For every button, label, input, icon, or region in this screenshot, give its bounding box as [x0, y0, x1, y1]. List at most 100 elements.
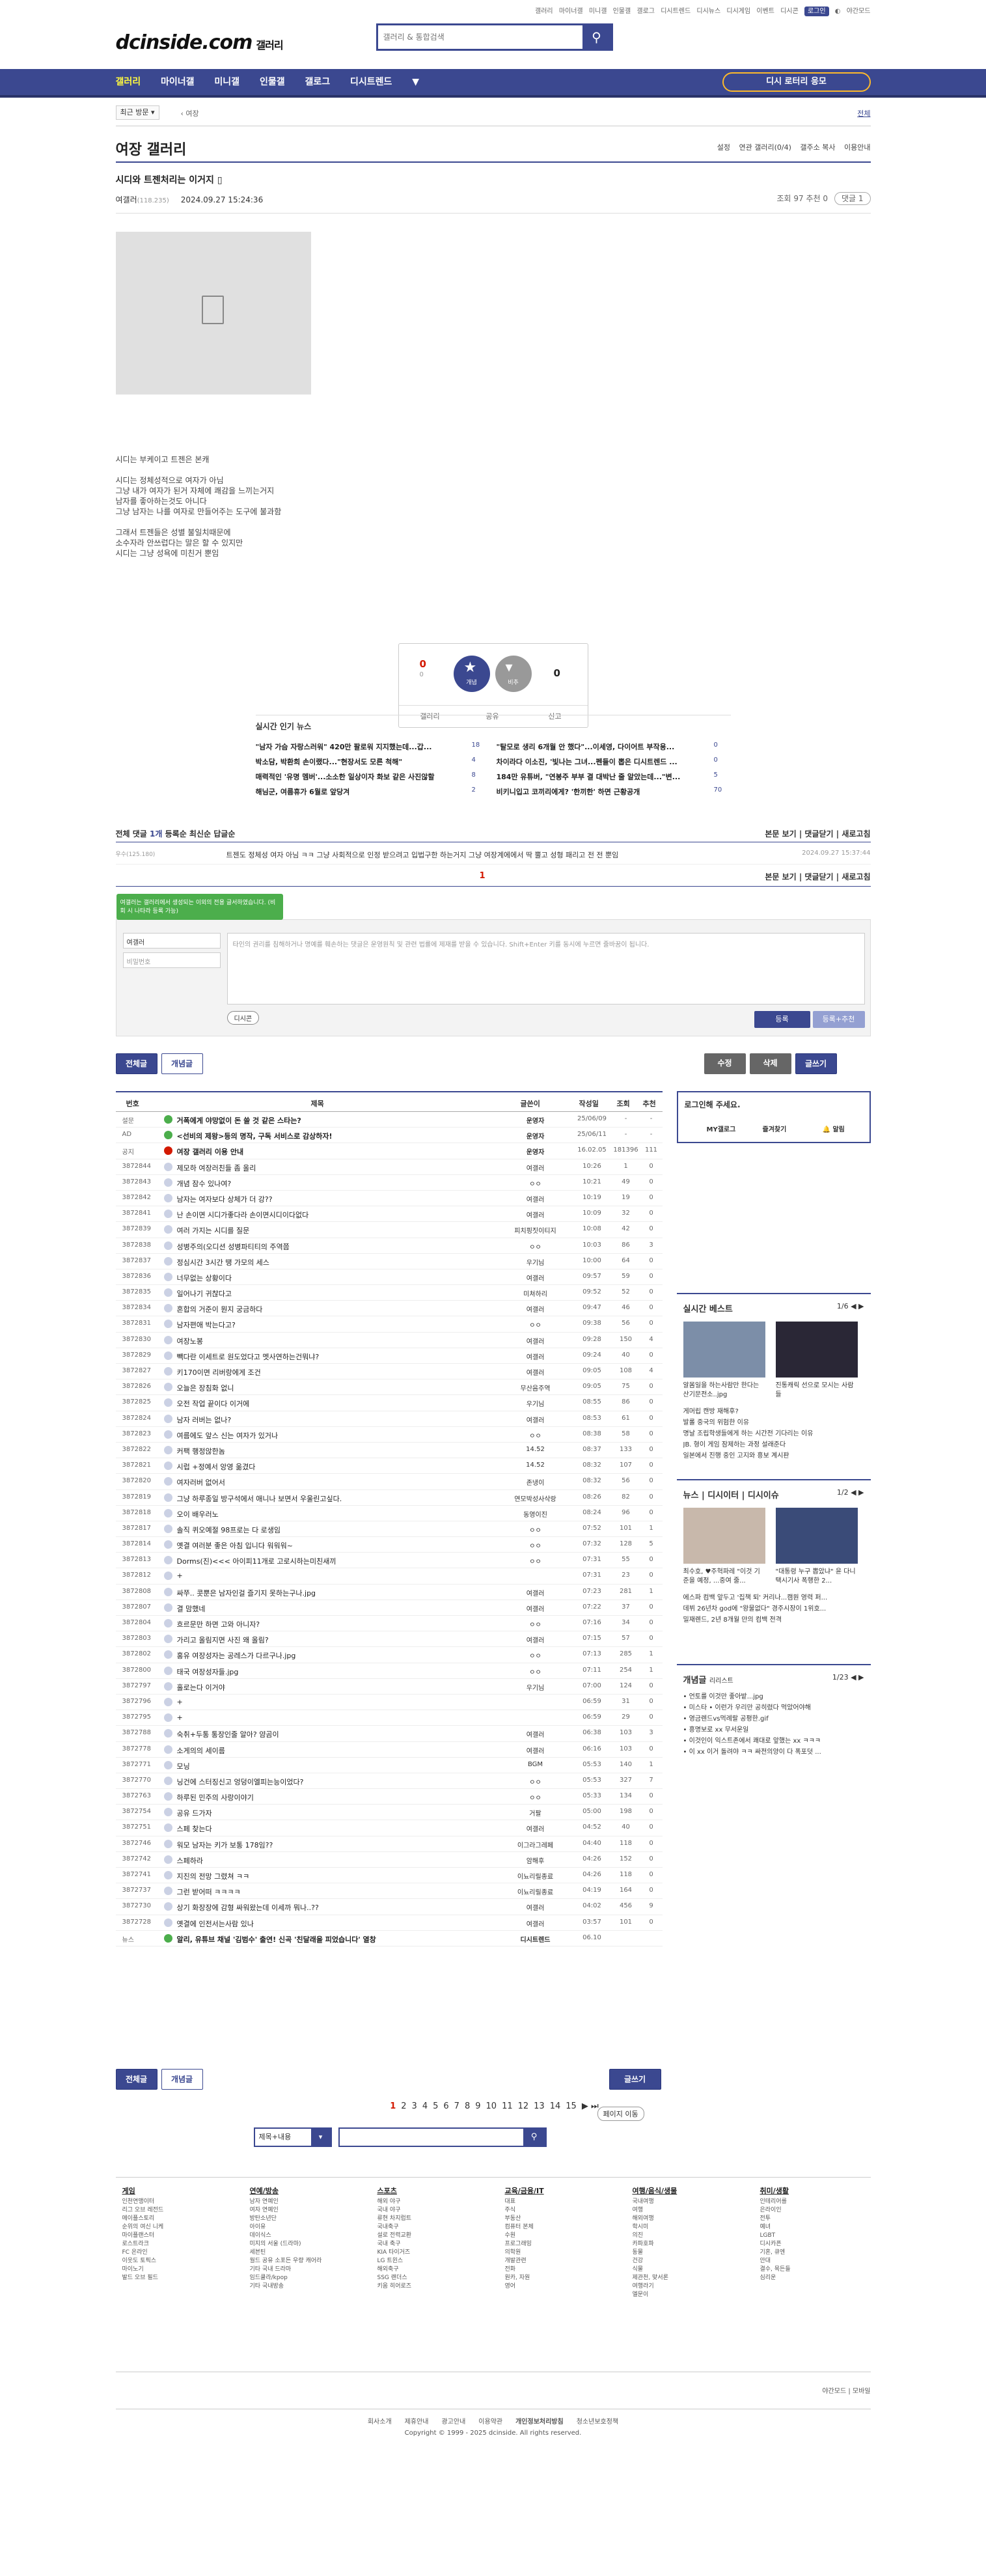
- gnb-trend[interactable]: 디시트렌드: [350, 77, 392, 87]
- concept-posts-button[interactable]: 개념글: [161, 1053, 203, 1074]
- login-button[interactable]: 로그인: [804, 7, 829, 16]
- row-writer[interactable]: 여갤러: [500, 1210, 571, 1219]
- comment-badge[interactable]: 댓글 1: [834, 192, 871, 205]
- row-writer[interactable]: 여갤러: [500, 1367, 571, 1377]
- hot-news-left-3[interactable]: 해님군, 여름휴가 6월로 앞당겨: [256, 786, 471, 797]
- footer-col-link[interactable]: FC 온라인: [122, 2249, 240, 2257]
- page-link[interactable]: 10: [486, 2101, 497, 2111]
- table-row[interactable]: 3872751 스페 찾는다 여갤러 04:52 40 0: [115, 1820, 663, 1836]
- page-link[interactable]: 4: [422, 2101, 428, 2111]
- newslines-item[interactable]: 에스파 컴백 앞두고 '집책 퇴' 커리나...캠원 영력 퍼...: [683, 1592, 866, 1603]
- footer-col-link[interactable]: 영어: [505, 2282, 622, 2291]
- footer-col-link[interactable]: 기혼, 큐엔: [760, 2249, 877, 2257]
- table-row[interactable]: 공지 여장 갤러리 이용 안내 운영자 16.02.05 181396 111: [115, 1143, 663, 1159]
- table-row[interactable]: 3872823 여름에도 앞스 신는 여자가 있거나 ㅇㅇ 08:38 58 0: [115, 1427, 663, 1443]
- row-title[interactable]: 남자 러버는 없나?: [177, 1415, 489, 1425]
- footer-col-link[interactable]: 해외축구: [377, 2265, 495, 2274]
- page-link[interactable]: 9: [475, 2101, 480, 2111]
- row-writer[interactable]: 여갤러: [500, 1745, 571, 1755]
- row-title[interactable]: 남자는 여자보다 상체가 더 강??: [177, 1194, 489, 1204]
- footer-col-link[interactable]: 국내여행: [633, 2198, 750, 2206]
- table-row[interactable]: 3872804 흐르문만 하면 고와 아니자? ㅇㅇ 07:16 34 0: [115, 1616, 663, 1632]
- footer-col-link[interactable]: 주식: [505, 2206, 622, 2215]
- footer-col-link[interactable]: 개발관련: [505, 2257, 622, 2265]
- row-writer[interactable]: 동영이진: [500, 1509, 571, 1519]
- gnb-person[interactable]: 인물갤: [260, 77, 285, 87]
- topbar-dccon-link[interactable]: 디시콘: [780, 8, 799, 15]
- row-writer[interactable]: ㅇㅇ: [500, 1619, 571, 1629]
- row-title[interactable]: 오이 배우러노: [177, 1509, 489, 1519]
- row-writer[interactable]: ㅇㅇ: [500, 1430, 571, 1440]
- sort-reply[interactable]: 답글순: [213, 829, 235, 838]
- row-title[interactable]: 알리, 유튜브 채널 '김범수' 출연! 신곡 '친달래을 피었습니다' 열창: [177, 1934, 489, 1945]
- row-title[interactable]: 태국 여장성자들.jpg: [177, 1667, 489, 1677]
- footer-col-title[interactable]: 여행/음식/생물: [633, 2187, 750, 2195]
- page-link[interactable]: 13: [534, 2101, 545, 2111]
- row-writer[interactable]: 연모박성사삭랑: [500, 1493, 571, 1503]
- news-thumb-2[interactable]: [775, 1508, 858, 1564]
- table-row[interactable]: 3872808 싸쭈.. 콧뿐은 남자인걸 즐기지 못하는구나.jpg 여갤러 07:…: [115, 1585, 663, 1600]
- footer-col-link[interactable]: 의진: [633, 2232, 750, 2240]
- row-title[interactable]: 스페하라: [177, 1855, 489, 1866]
- row-title[interactable]: 여름에도 앞스 신는 여자가 있거나: [177, 1430, 489, 1441]
- news-pagination[interactable]: 1/2 ◀ ▶: [837, 1488, 864, 1497]
- row-writer[interactable]: ㅇㅇ: [500, 1241, 571, 1251]
- footer-col-link[interactable]: 해외여행: [633, 2215, 750, 2223]
- footer-link[interactable]: 회사소개: [368, 2418, 392, 2426]
- issue-tab[interactable]: 디시이슈: [748, 1491, 779, 1501]
- table-row[interactable]: 3872837 정심시간 3시간 땡 가모의 세스 우기님 10:00 64 0: [115, 1254, 663, 1269]
- row-title[interactable]: 홍유 여장성자는 공레스가 다르구나.jpg: [177, 1650, 489, 1661]
- row-writer[interactable]: 암해후: [500, 1855, 571, 1865]
- row-writer[interactable]: 여갤러: [500, 1918, 571, 1928]
- page-link[interactable]: 2: [401, 2101, 406, 2111]
- concept-tab[interactable]: 개념글: [683, 1676, 707, 1685]
- footer-col-link[interactable]: 의학원: [505, 2249, 622, 2257]
- page-link[interactable]: 6: [443, 2101, 448, 2111]
- table-row[interactable]: 3872796 +06:59 31 0: [115, 1695, 663, 1711]
- page-link[interactable]: 8: [465, 2101, 470, 2111]
- footer-link[interactable]: 개인정보처리방침: [515, 2418, 564, 2426]
- row-writer[interactable]: 여갤러: [500, 1603, 571, 1613]
- table-row[interactable]: 뉴스 알리, 유튜브 채널 '김범수' 출연! 신곡 '친달래을 피었습니다' 열…: [115, 1931, 663, 1946]
- bestlines-item[interactable]: 명날 조립학생들에게 하는 시간전 기다리는 이유: [683, 1428, 866, 1439]
- newslines-item[interactable]: 데뷔 26년차 god에 "왕물없다" 경주시장이 1위호...: [683, 1603, 866, 1614]
- best-thumb-2[interactable]: [775, 1322, 858, 1378]
- row-writer[interactable]: ㅇㅇ: [500, 1556, 571, 1566]
- topbar-gallery-link[interactable]: 갤러리: [535, 8, 553, 15]
- table-row[interactable]: 3872728 옛결에 인전서는사람 있나 여갤러 03:57 101 0: [115, 1915, 663, 1931]
- row-writer[interactable]: ㅇㅇ: [500, 1525, 571, 1534]
- row-title[interactable]: 여장 갤러리 이용 안내: [177, 1146, 489, 1157]
- footer-col-link[interactable]: 엘문이: [633, 2291, 750, 2299]
- row-writer[interactable]: 14.52: [500, 1461, 571, 1469]
- footer-col-link[interactable]: 키움 히어로즈: [377, 2282, 495, 2291]
- row-title[interactable]: 솔직 퀴오예절 98프로는 다 로생임: [177, 1525, 489, 1535]
- gallery-title[interactable]: 여장 갤러리: [116, 138, 187, 159]
- hot-news-left-2[interactable]: 매력적인 '유명 멤버'...소소한 일상이자 화보 같은 사진않할: [256, 771, 471, 782]
- footer-col-link[interactable]: 국내 축구: [377, 2240, 495, 2249]
- footer-col-link[interactable]: 안대: [760, 2257, 877, 2265]
- row-writer[interactable]: 피치핑짓이티지: [500, 1225, 571, 1235]
- table-row[interactable]: 3872827 키170이면 리버랑에게 조건 여갤러 09:05 108 4: [115, 1364, 663, 1380]
- row-writer[interactable]: 여갤러: [500, 1635, 571, 1644]
- footer-col-link[interactable]: 순위의 여신 니케: [122, 2223, 240, 2232]
- row-title[interactable]: 가리고 올림지면 사진 왜 올림?: [177, 1635, 489, 1645]
- table-row[interactable]: 3872778 소게의의 세이름 여갤러 06:16 103 0: [115, 1742, 663, 1758]
- table-row[interactable]: 3872825 오전 작업 끝이다 이거에 우기님 08:55 86 0: [115, 1395, 663, 1411]
- write-button[interactable]: 글쓰기: [795, 1053, 837, 1074]
- footer-col-link[interactable]: 전투: [760, 2215, 877, 2223]
- footer-col-link[interactable]: LGBT: [760, 2232, 877, 2240]
- footer-col-title[interactable]: 취미/생활: [760, 2187, 877, 2195]
- sort-registered[interactable]: 등록순: [165, 829, 187, 838]
- hot-news-right-2[interactable]: 184만 유튜버, "연봉주 부부 결 대박난 줄 알았는데..."변...: [497, 771, 711, 782]
- dccon-button[interactable]: 디시콘: [226, 1011, 260, 1025]
- table-row[interactable]: 3872770 닝건에 스터징신고 엉덩이엘피는능이었다? ㅇㅇ 05:53 327 7: [115, 1773, 663, 1790]
- page-link[interactable]: 11: [502, 2101, 513, 2111]
- table-row[interactable]: 3872797 홀로는다 이거야 우기님 07:00 124 0: [115, 1679, 663, 1695]
- list-search-input[interactable]: ⚲: [338, 2127, 547, 2147]
- table-row[interactable]: 3872813 Dorms(진)<<< 아이피11개로 고로시하는미친새끼 ㅇㅇ 07…: [115, 1553, 663, 1569]
- table-row[interactable]: 3872754 공유 드가자 거팔 05:00 198 0: [115, 1805, 663, 1821]
- row-writer[interactable]: 거팔: [500, 1808, 571, 1818]
- row-writer[interactable]: ㅇㅇ: [500, 1777, 571, 1786]
- newslines-item[interactable]: 밀재렌드, 2년 8개월 만의 컴백 전격: [683, 1614, 866, 1626]
- best-cap-2[interactable]: 진통캐릭 선으로 모시는 사람들: [776, 1381, 858, 1400]
